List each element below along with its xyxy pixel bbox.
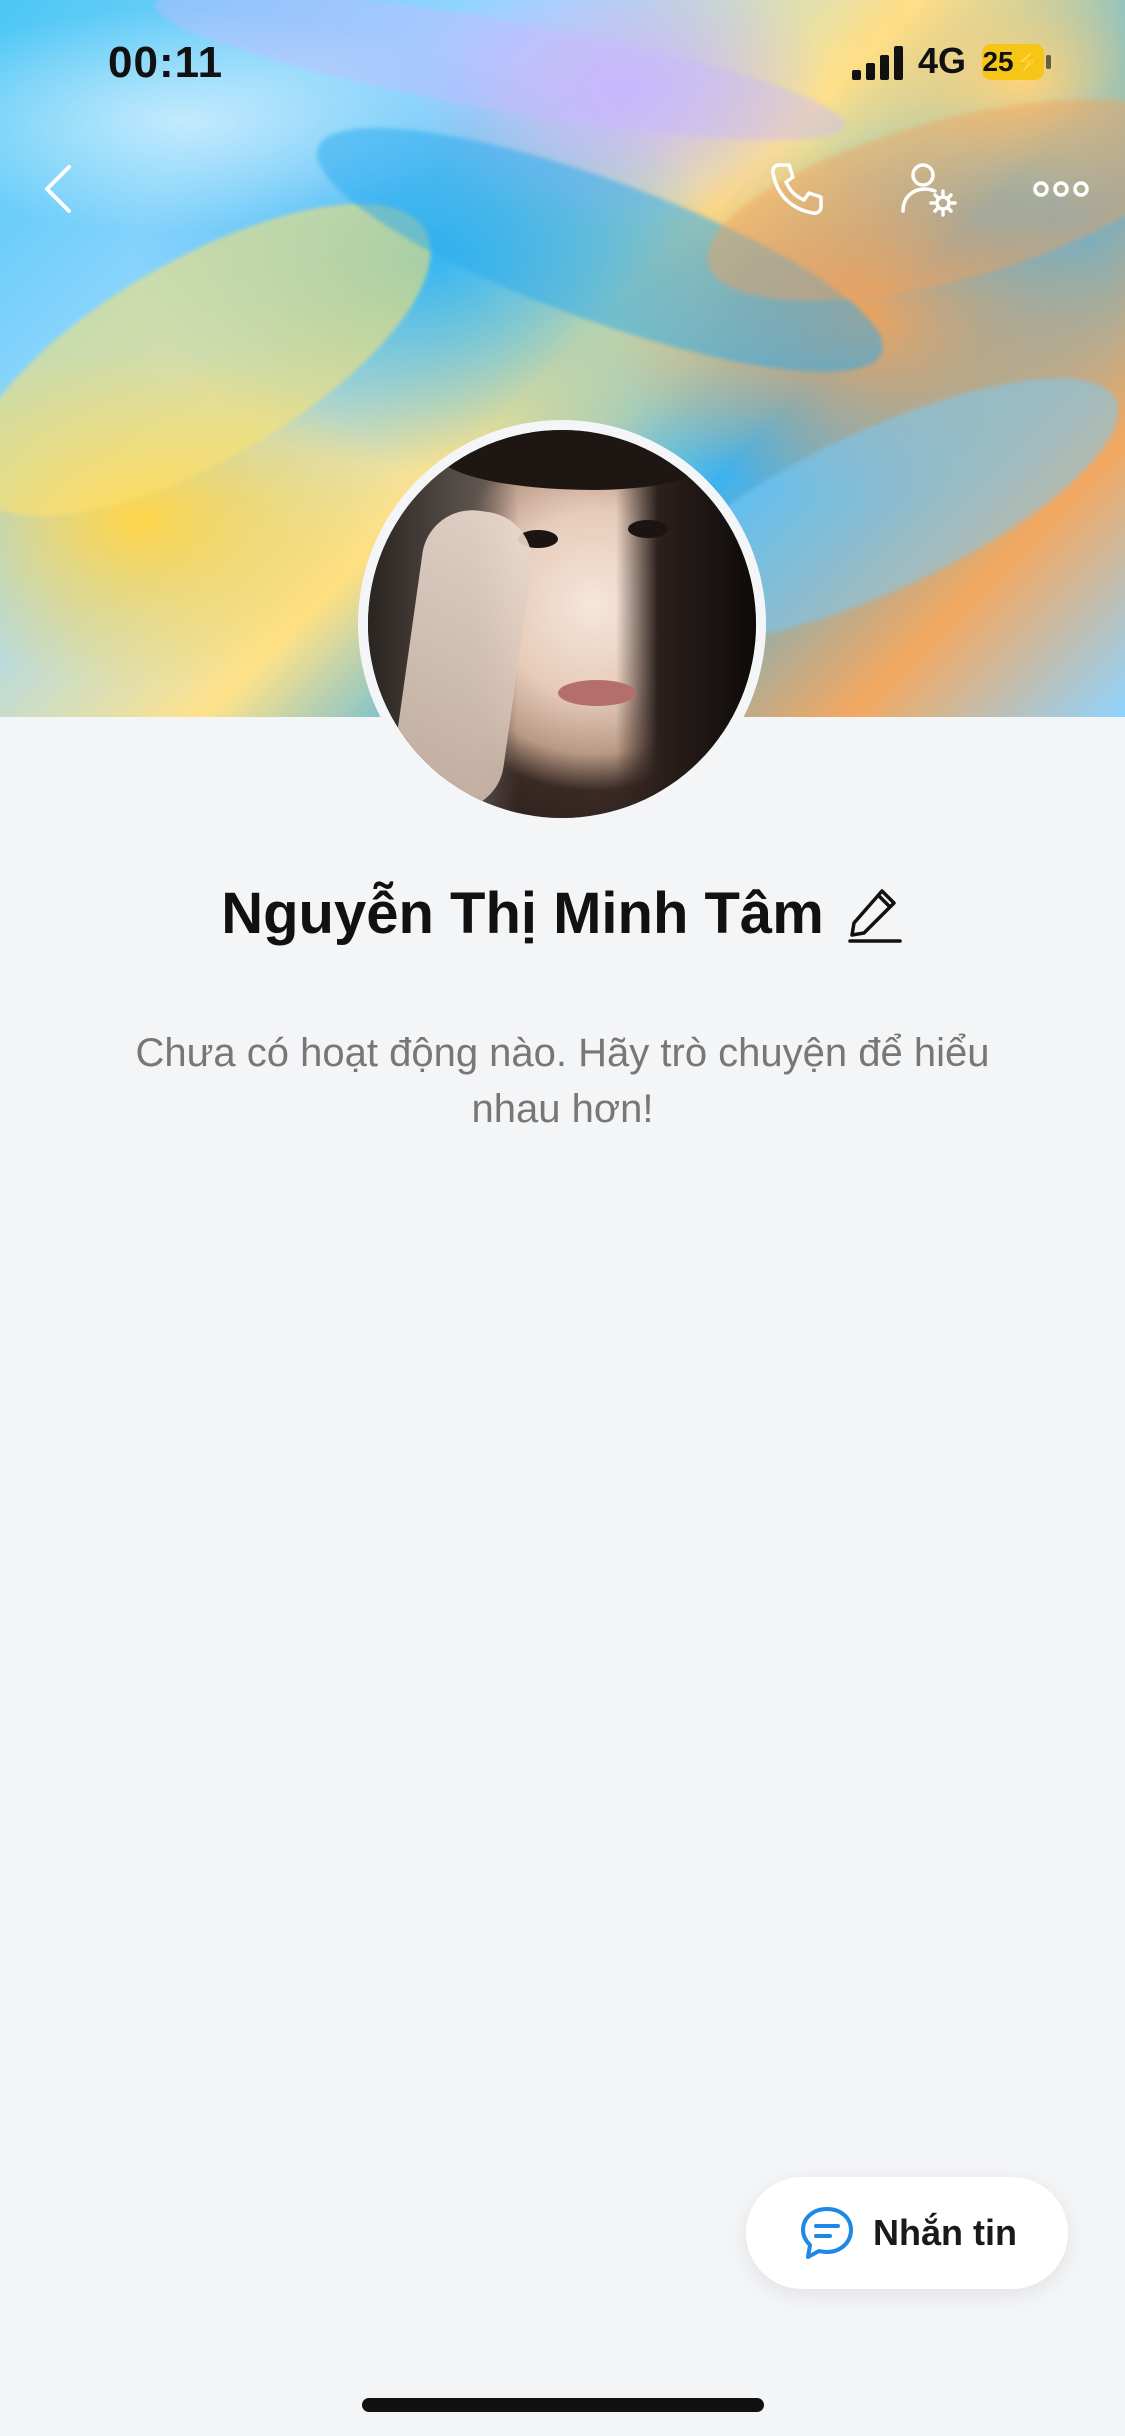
profile-name: Nguyễn Thị Minh Tâm xyxy=(221,881,824,946)
avatar[interactable] xyxy=(368,430,756,818)
avatar-lips xyxy=(558,680,636,706)
avatar-hair-right xyxy=(616,430,756,818)
home-indicator[interactable] xyxy=(362,2398,764,2412)
avatar-eye-right xyxy=(628,520,668,538)
network-type: 4G xyxy=(918,40,967,81)
battery-level: 25 xyxy=(982,46,1014,77)
pencil-icon[interactable] xyxy=(846,883,904,945)
send-message-button[interactable]: Nhắn tin xyxy=(746,2177,1068,2289)
profile-name-row: Nguyễn Thị Minh Tâm xyxy=(0,880,1125,947)
status-bar: 00:11 4G 25 ⚡ xyxy=(0,0,1125,130)
battery-cap xyxy=(1046,55,1051,69)
back-button[interactable] xyxy=(16,144,106,234)
more-button[interactable] xyxy=(1016,144,1106,234)
send-message-label: Nhắn tin xyxy=(873,2212,1017,2253)
charging-bolt-icon: ⚡ xyxy=(1013,48,1044,76)
avatar-container[interactable] xyxy=(358,420,766,828)
status-time: 00:11 xyxy=(108,38,224,87)
empty-activity-message: Chưa có hoạt động nào. Hãy trò chuyện để… xyxy=(135,1031,990,1131)
user-settings-icon xyxy=(901,163,957,217)
chat-bubble-icon xyxy=(801,2207,853,2259)
phone-icon xyxy=(771,163,823,215)
call-button[interactable] xyxy=(752,144,842,234)
profile-settings-button[interactable] xyxy=(884,144,974,234)
cellular-signal-icon xyxy=(852,46,903,80)
battery-indicator: 25 ⚡ xyxy=(982,44,1044,80)
chevron-left-icon xyxy=(45,165,71,213)
more-horizontal-icon xyxy=(1033,181,1089,197)
